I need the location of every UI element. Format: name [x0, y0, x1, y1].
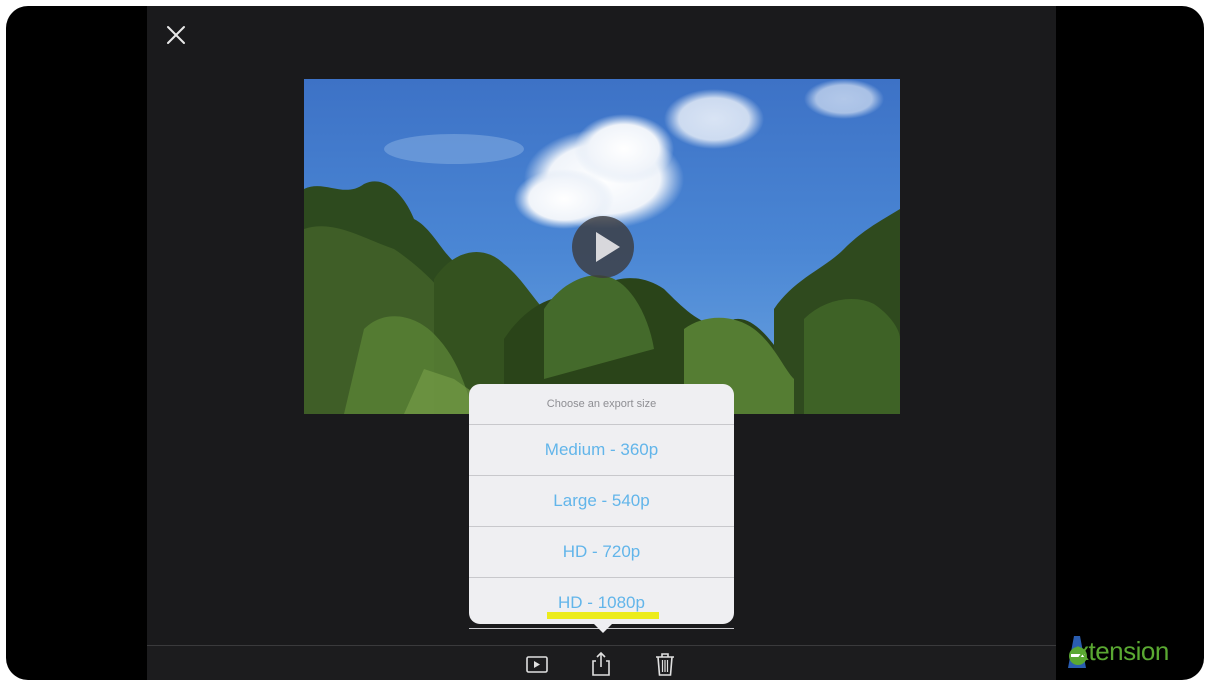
option-medium-360p[interactable]: Medium - 360p [469, 425, 734, 476]
play-icon [596, 232, 620, 262]
play-video-icon [526, 656, 548, 673]
close-icon [167, 26, 185, 44]
video-thumbnail[interactable] [304, 79, 900, 414]
popover-title: Choose an export size [469, 384, 734, 425]
option-label: HD - 1080p [558, 593, 645, 612]
delete-button[interactable] [652, 651, 678, 677]
extension-logo-text: xtension [1076, 636, 1169, 666]
option-hd-720p[interactable]: HD - 720p [469, 527, 734, 578]
highlight-marker [547, 612, 659, 619]
export-size-popover: Choose an export size Medium - 360p Larg… [469, 384, 734, 633]
close-button[interactable] [165, 24, 187, 46]
video-preview-screen: Choose an export size Medium - 360p Larg… [147, 6, 1056, 680]
bottom-toolbar [147, 645, 1056, 680]
share-icon [592, 651, 610, 676]
option-label: HD - 720p [562, 542, 641, 561]
extension-logo: xtension [1066, 632, 1194, 672]
play-button[interactable] [572, 216, 634, 278]
popover-arrow [594, 624, 612, 633]
option-hd-1080p[interactable]: HD - 1080p [469, 578, 734, 629]
play-video-button[interactable] [524, 651, 550, 677]
trash-icon [656, 653, 674, 676]
share-button[interactable] [588, 651, 614, 677]
option-label: Medium - 360p [544, 440, 659, 459]
option-large-540p[interactable]: Large - 540p [469, 476, 734, 527]
screen-frame: Choose an export size Medium - 360p Larg… [6, 6, 1204, 680]
option-label: Large - 540p [553, 491, 650, 510]
